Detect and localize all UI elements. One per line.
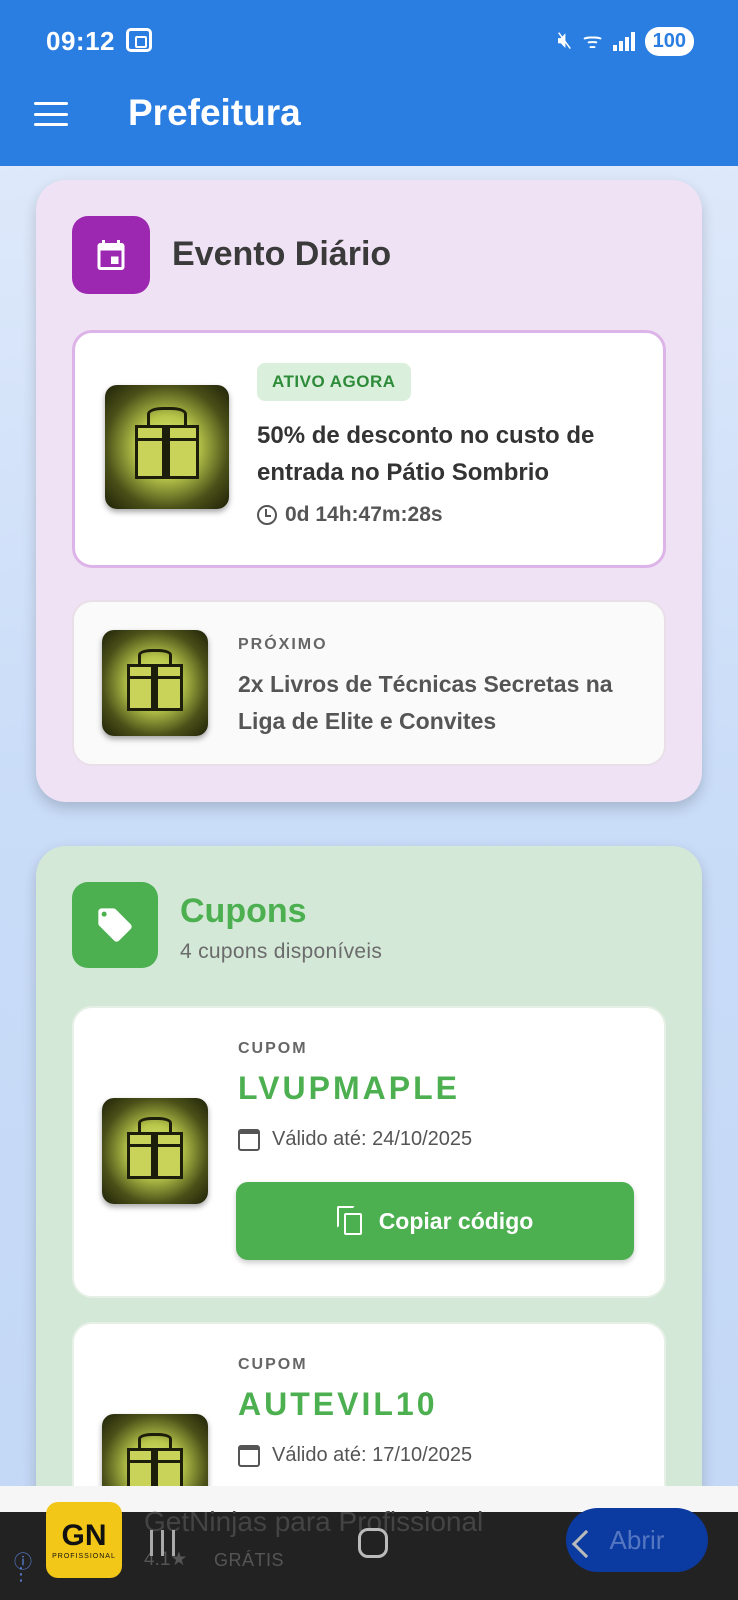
coupons-section-title: Cupons <box>180 892 307 930</box>
calendar-icon <box>72 216 150 294</box>
validity-text: Válido até: 17/10/2025 <box>272 1444 473 1466</box>
event-timer: 0d 14h:47m:28s <box>257 503 443 527</box>
status-icons: 🔇︎ ᯤ 100 <box>557 26 694 56</box>
copy-button-label: Copiar código <box>378 1207 534 1234</box>
ad-app-logo: GN PROFISSIONAL <box>46 1502 122 1578</box>
calendar-icon <box>238 1128 260 1151</box>
active-event-item[interactable]: ATIVO AGORA 50% de desconto no custo de … <box>72 330 666 568</box>
coupon-code: LVUPMAPLE <box>238 1070 460 1106</box>
ad-price: GRÁTIS <box>214 1550 285 1570</box>
battery-indicator: 100 <box>644 26 694 56</box>
app-header: 09:12 🔇︎ ᯤ 100 Prefeitura <box>0 0 738 166</box>
copy-code-button[interactable]: Copiar código <box>236 1182 634 1260</box>
coupon-label: CUPOM <box>238 1040 308 1057</box>
gift-icon <box>105 385 229 509</box>
ad-banner[interactable]: GN PROFISSIONAL ⓘ ⋮ GetNinjas para Profi… <box>0 1486 738 1600</box>
status-time: 09:12 <box>46 26 115 56</box>
coupon-validity: Válido até: 24/10/2025 <box>238 1128 472 1151</box>
gift-icon <box>102 1098 208 1204</box>
event-section-title: Evento Diário <box>172 235 392 273</box>
signal-icon <box>612 31 635 51</box>
tag-icon <box>72 882 158 968</box>
calendar-icon <box>238 1444 260 1467</box>
next-event-label: PRÓXIMO <box>238 636 328 653</box>
home-button[interactable] <box>358 1528 388 1558</box>
status-badge: ATIVO AGORA <box>257 363 411 401</box>
ad-title: GetNinjas para Profissional <box>144 1506 484 1537</box>
coupon-code: AUTEVIL10 <box>238 1386 438 1422</box>
coupon-item: CUPOM LVUPMAPLE Válido até: 24/10/2025 C… <box>72 1006 666 1298</box>
next-event-item[interactable]: PRÓXIMO 2x Livros de Técnicas Secretas n… <box>72 600 666 766</box>
page-title: Prefeitura <box>128 92 301 133</box>
coupon-label: CUPOM <box>238 1356 308 1373</box>
coupon-validity: Válido até: 17/10/2025 <box>238 1444 472 1467</box>
daily-event-card: Evento Diário ATIVO AGORA 50% de descont… <box>36 180 702 802</box>
gift-icon <box>102 630 208 736</box>
active-event-text: 50% de desconto no custo de entrada no P… <box>257 422 595 486</box>
timer-value: 0d 14h:47m:28s <box>285 503 443 526</box>
screen-record-icon <box>126 28 152 52</box>
hamburger-menu-icon[interactable] <box>34 102 68 126</box>
more-options-icon[interactable]: ⋮ <box>12 1565 30 1583</box>
copy-icon <box>336 1206 363 1236</box>
recents-button[interactable] <box>150 1530 175 1556</box>
validity-text: Válido até: 24/10/2025 <box>272 1128 473 1150</box>
mute-icon: 🔇︎ <box>557 27 573 54</box>
next-event-text: 2x Livros de Técnicas Secretas na Liga d… <box>238 671 613 734</box>
wifi-icon: ᯤ <box>582 28 603 53</box>
clock-icon <box>257 505 277 525</box>
coupons-count: 4 cupons disponíveis <box>180 940 383 963</box>
